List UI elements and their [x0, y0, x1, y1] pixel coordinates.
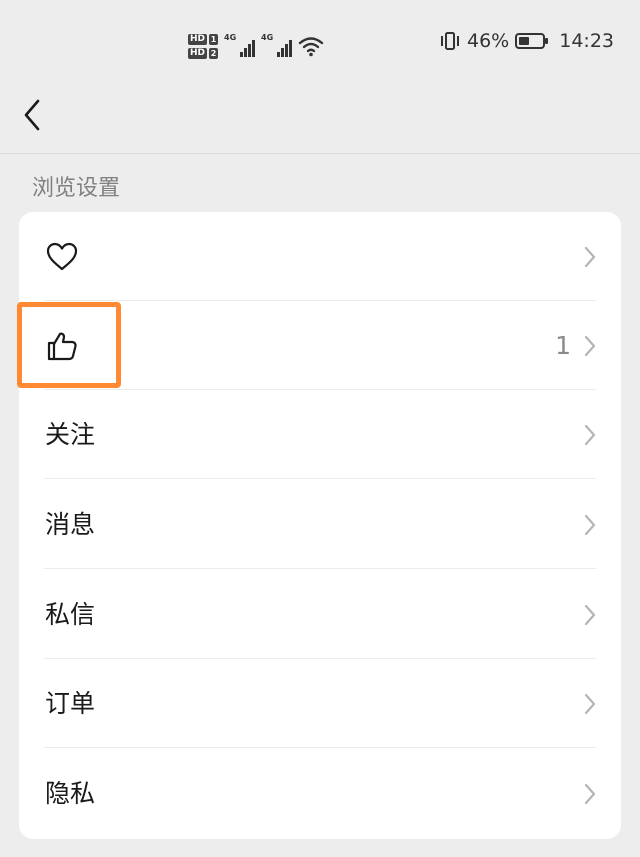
- hd-badge-sim1: HD 1: [188, 33, 219, 45]
- likes-count: 1: [555, 331, 571, 360]
- hd-label: HD: [188, 33, 208, 45]
- settings-row-favorites[interactable]: [19, 212, 621, 301]
- network-indicators: HD 1 HD 2 4G 4G: [188, 28, 324, 64]
- settings-row-likes[interactable]: 1: [19, 301, 621, 390]
- chevron-left-icon: [24, 99, 40, 131]
- settings-row-orders[interactable]: 订单: [19, 659, 621, 748]
- chevron-right-icon: [584, 335, 596, 357]
- signal-icon: 4G: [261, 33, 293, 57]
- header-divider: [0, 153, 640, 154]
- row-label: 隐私: [45, 779, 96, 808]
- settings-row-messages[interactable]: 消息: [19, 480, 621, 569]
- status-bar: HD 1 HD 2 4G 4G 46% 14:23: [0, 0, 640, 92]
- chevron-right-icon: [584, 514, 596, 536]
- wifi-icon: [298, 37, 324, 57]
- row-label: 关注: [45, 420, 96, 449]
- heart-icon: [46, 242, 78, 271]
- network-type: 4G: [261, 33, 274, 42]
- status-right: 46% 14:23: [439, 30, 614, 52]
- settings-row-direct-messages[interactable]: 私信: [19, 570, 621, 659]
- row-label: 消息: [45, 510, 96, 539]
- settings-row-follow[interactable]: 关注: [19, 390, 621, 479]
- chevron-right-icon: [584, 604, 596, 626]
- hd-badge-sim2: HD 2: [188, 47, 219, 59]
- clock: 14:23: [559, 30, 614, 52]
- battery-level: [519, 37, 530, 45]
- hd-label: HD: [188, 47, 208, 59]
- chevron-right-icon: [584, 246, 596, 268]
- signal-icon: 4G: [224, 33, 256, 57]
- hd-badges: HD 1 HD 2: [188, 33, 219, 59]
- row-divider: [44, 747, 596, 748]
- network-type: 4G: [224, 33, 237, 42]
- chevron-right-icon: [584, 693, 596, 715]
- back-button[interactable]: [18, 96, 50, 134]
- battery-percent: 46%: [467, 30, 510, 52]
- settings-card: 1 关注 消息 私信 订单 隐私: [19, 212, 621, 839]
- row-label: 私信: [45, 600, 96, 629]
- settings-row-privacy[interactable]: 隐私: [19, 749, 621, 838]
- vibrate-icon: [441, 32, 459, 50]
- row-divider: [44, 478, 596, 479]
- sim-number: 2: [209, 47, 219, 59]
- chevron-right-icon: [584, 424, 596, 446]
- row-divider: [44, 568, 596, 569]
- battery-icon: [515, 33, 549, 49]
- thumbs-up-icon: [47, 332, 77, 361]
- chevron-right-icon: [584, 783, 596, 805]
- row-label: 订单: [45, 689, 96, 718]
- section-title: 浏览设置: [32, 176, 121, 201]
- sim-number: 1: [209, 33, 219, 45]
